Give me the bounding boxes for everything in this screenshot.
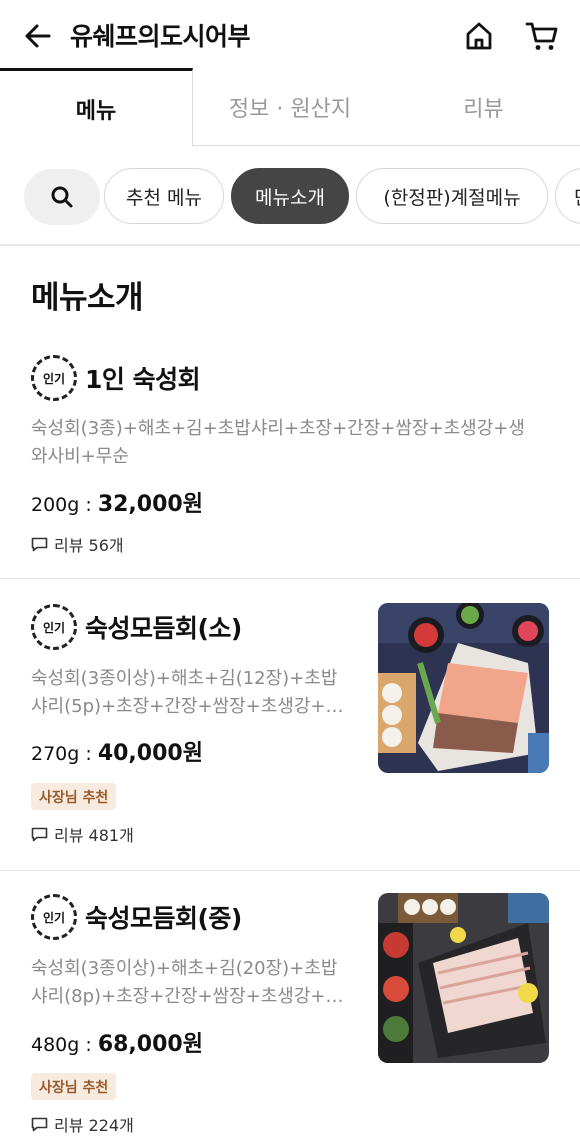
- menu-item-3-head[interactable]: 인기 숙성모듬회(중): [31, 894, 242, 940]
- menu-item-1-head[interactable]: 인기 1인 숙성회: [31, 355, 201, 401]
- menu-item-name: 숙성모듬회(소): [85, 614, 242, 643]
- item-divider: [0, 870, 580, 871]
- price-value: 32,000원: [97, 492, 203, 517]
- home-button[interactable]: [461, 18, 497, 54]
- sashimi-platter-image: [378, 893, 549, 1063]
- desc-line: 와사비+무순: [31, 446, 129, 467]
- owner-recommend-badge: 사장님 추천: [31, 783, 117, 810]
- weight-label: 200g :: [31, 494, 98, 516]
- chip-menu-intro[interactable]: 메뉴소개: [231, 168, 349, 224]
- back-button[interactable]: [20, 18, 56, 54]
- menu-item-description: 숙성회(3종이상)+해초+김(12장)+초밥 샤리(5p)+초장+간장+쌈장+초…: [31, 665, 371, 721]
- sashimi-platter-image: [378, 603, 549, 773]
- menu-item-2-head[interactable]: 인기 숙성모듬회(소): [31, 604, 242, 650]
- tab-reviews[interactable]: 리뷰: [387, 68, 580, 146]
- menu-item-name: 숙성모듬회(중): [85, 904, 242, 933]
- chip-seasonal[interactable]: (한정판)계절메뉴: [356, 168, 548, 224]
- tab-info-origin[interactable]: 정보 · 원산지: [193, 68, 387, 146]
- tab-bar: 메뉴 정보 · 원산지 리뷰: [0, 68, 580, 146]
- review-count[interactable]: 리뷰 224개: [31, 1112, 134, 1136]
- menu-item-price: 200g : 32,000원: [31, 486, 203, 518]
- speech-bubble-icon: [31, 537, 48, 551]
- popular-badge: 인기: [31, 355, 77, 401]
- menu-item-name: 1인 숙성회: [85, 365, 201, 394]
- tab-menu[interactable]: 메뉴: [0, 68, 193, 146]
- price-value: 40,000원: [97, 741, 203, 766]
- desc-line: 숙성회(3종)+해초+김+초밥샤리+초장+간장+쌈장+초생강+생: [31, 418, 525, 439]
- desc-line: 숙성회(3종이상)+해초+김(20장)+초밥: [31, 958, 338, 979]
- price-value: 68,000원: [97, 1032, 203, 1057]
- menu-item-price: 480g : 68,000원: [31, 1026, 203, 1058]
- weight-label: 480g :: [31, 1034, 98, 1056]
- item-divider: [0, 578, 580, 579]
- chip-recommended[interactable]: 추천 메뉴: [104, 168, 224, 224]
- store-title: 유쉐프의도시어부: [70, 22, 251, 51]
- menu-item-photo[interactable]: [378, 893, 549, 1063]
- desc-line: 숙성회(3종이상)+해초+김(12장)+초밥: [31, 668, 338, 689]
- owner-recommend-badge: 사장님 추천: [31, 1073, 117, 1100]
- arrow-left-icon: [25, 24, 51, 48]
- desc-line: 샤리(8p)+초장+간장+쌈장+초생강+…: [31, 986, 344, 1007]
- menu-item-price: 270g : 40,000원: [31, 735, 203, 767]
- menu-item-photo[interactable]: [378, 603, 549, 773]
- search-icon: [51, 186, 73, 208]
- review-count-label: 리뷰 481개: [54, 826, 134, 845]
- app-header: 유쉐프의도시어부: [0, 0, 580, 72]
- chip-next[interactable]: 단: [555, 168, 580, 224]
- menu-item-description: 숙성회(3종이상)+해초+김(20장)+초밥 샤리(8p)+초장+간장+쌈장+초…: [31, 955, 371, 1011]
- category-chip-bar: 추천 메뉴 메뉴소개 (한정판)계절메뉴 단: [0, 146, 580, 246]
- search-button[interactable]: [24, 169, 100, 225]
- section-title: 메뉴소개: [31, 280, 144, 316]
- review-count-label: 리뷰 56개: [54, 536, 124, 555]
- popular-badge: 인기: [31, 894, 77, 940]
- review-count-label: 리뷰 224개: [54, 1116, 134, 1135]
- popular-badge: 인기: [31, 604, 77, 650]
- home-icon: [466, 22, 492, 50]
- menu-item-description: 숙성회(3종)+해초+김+초밥샤리+초장+간장+쌈장+초생강+생 와사비+무순: [31, 415, 561, 471]
- cart-button[interactable]: [522, 18, 562, 54]
- review-count[interactable]: 리뷰 56개: [31, 532, 124, 556]
- review-count[interactable]: 리뷰 481개: [31, 822, 134, 846]
- speech-bubble-icon: [31, 827, 48, 841]
- desc-line: 샤리(5p)+초장+간장+쌈장+초생강+…: [31, 696, 344, 717]
- speech-bubble-icon: [31, 1117, 48, 1131]
- cart-icon: [525, 22, 558, 50]
- weight-label: 270g :: [31, 743, 98, 765]
